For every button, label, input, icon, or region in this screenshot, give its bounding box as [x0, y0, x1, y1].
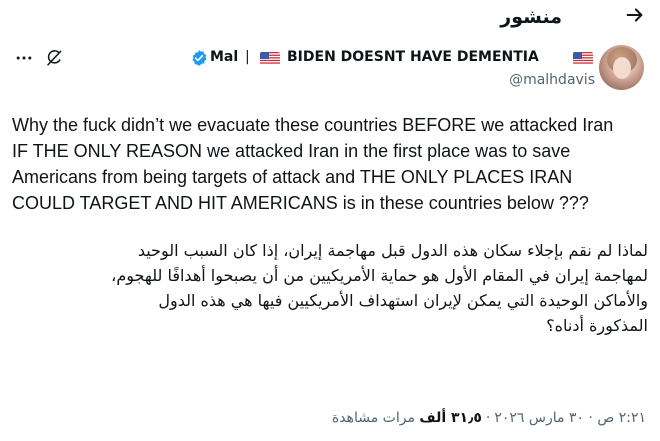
more-horizontal-icon[interactable]: [14, 48, 34, 68]
tweet-text-english: Why the fuck didn’t we evacuate these co…: [12, 115, 614, 213]
display-name-part2: BIDEN DOESNT HAVE DEMENTIA: [287, 49, 539, 65]
arrow-right-icon[interactable]: [624, 4, 646, 26]
meta-dot: ·: [485, 410, 491, 426]
top-bar: منشور: [0, 0, 660, 36]
tweet-timestamp[interactable]: ٢:٢١ ص · ٣٠ مارس ٢٠٢٦: [494, 410, 646, 426]
grok-icon[interactable]: [45, 49, 63, 67]
us-flag-icon: [260, 52, 280, 65]
page-title: منشور: [500, 6, 562, 28]
author-name-row[interactable]: Mal | BIDEN DOESNT HAVE DEMENTIA: [190, 47, 595, 69]
avatar-face: [613, 57, 631, 79]
avatar[interactable]: [599, 45, 644, 90]
display-name-part1: Mal: [210, 49, 239, 65]
us-flag-icon: [573, 52, 593, 65]
post-page: منشور Mal | BIDEN DOESNT HAVE DEMENTIA @…: [0, 0, 660, 441]
views-count: ٣١٫٥ ألف: [419, 410, 482, 426]
author-handle[interactable]: @malhdavis: [509, 72, 595, 88]
verified-badge-icon: [192, 50, 207, 66]
tweet-meta: ٢:٢١ ص · ٣٠ مارس ٢٠٢٦·٣١٫٥ ألف مرات مشاه…: [332, 410, 646, 426]
tweet-text-arabic: لماذا لم نقم بإجلاء سكان هذه الدول قبل م…: [111, 241, 648, 335]
name-separator: |: [245, 49, 250, 65]
views-label: مرات مشاهدة: [331, 410, 415, 426]
